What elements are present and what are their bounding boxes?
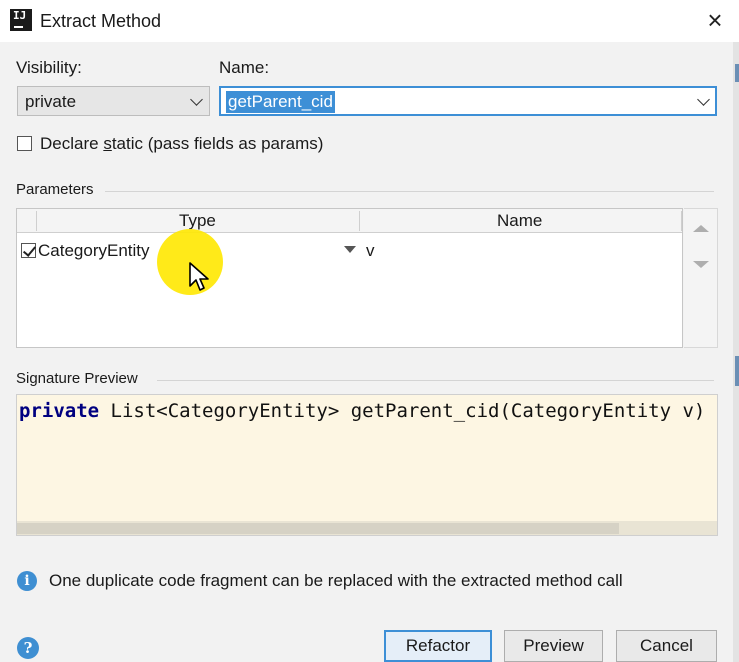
parameter-reorder-bar	[684, 208, 718, 348]
column-header-name[interactable]: Name	[497, 211, 542, 231]
signature-preview: private List<CategoryEntity> getParent_c…	[16, 394, 718, 536]
table-row[interactable]: CategoryEntity v	[17, 234, 682, 264]
table-header: Type Name	[17, 209, 682, 233]
info-message: One duplicate code fragment can be repla…	[49, 571, 623, 590]
chevron-down-icon	[190, 93, 203, 106]
method-name-value: getParent_cid	[226, 91, 335, 113]
preview-button[interactable]: Preview	[504, 630, 603, 662]
parameter-type[interactable]: CategoryEntity	[38, 241, 150, 261]
mouse-cursor-icon	[189, 262, 209, 291]
chevron-down-icon[interactable]	[697, 93, 710, 106]
type-dropdown-icon[interactable]	[344, 246, 356, 253]
parameters-section-label: Parameters	[16, 181, 94, 198]
intellij-idea-icon: IJ	[10, 9, 32, 31]
parameter-checkbox[interactable]	[21, 243, 36, 258]
title-bar: IJ Extract Method ×	[0, 0, 739, 42]
visibility-value: private	[25, 92, 77, 111]
declare-static-label: Declare static (pass fields as params)	[40, 134, 324, 153]
move-up-icon[interactable]	[693, 225, 709, 232]
separator	[105, 191, 714, 192]
method-name-input[interactable]: getParent_cid	[219, 86, 717, 116]
close-icon[interactable]: ×	[702, 6, 728, 34]
visibility-select[interactable]: private	[17, 86, 210, 116]
dialog-title: Extract Method	[40, 11, 162, 31]
background-window-edge	[733, 42, 739, 662]
cancel-button[interactable]: Cancel	[616, 630, 717, 662]
scrollbar-thumb[interactable]	[17, 523, 619, 534]
name-label: Name:	[219, 58, 270, 77]
signature-code: private List<CategoryEntity> getParent_c…	[19, 400, 706, 422]
signature-preview-label: Signature Preview	[16, 370, 138, 387]
parameter-name[interactable]: v	[366, 241, 375, 261]
parameters-table: Type Name CategoryEntity v	[16, 208, 683, 348]
horizontal-scrollbar[interactable]	[17, 521, 717, 535]
refactor-button[interactable]: Refactor	[384, 630, 492, 662]
visibility-label: Visibility:	[16, 58, 82, 77]
column-header-type[interactable]: Type	[179, 211, 216, 231]
declare-static-checkbox[interactable]	[17, 136, 32, 151]
help-icon[interactable]: ?	[17, 637, 39, 659]
info-icon: i	[17, 571, 37, 591]
move-down-icon[interactable]	[693, 261, 709, 268]
separator	[157, 380, 714, 381]
